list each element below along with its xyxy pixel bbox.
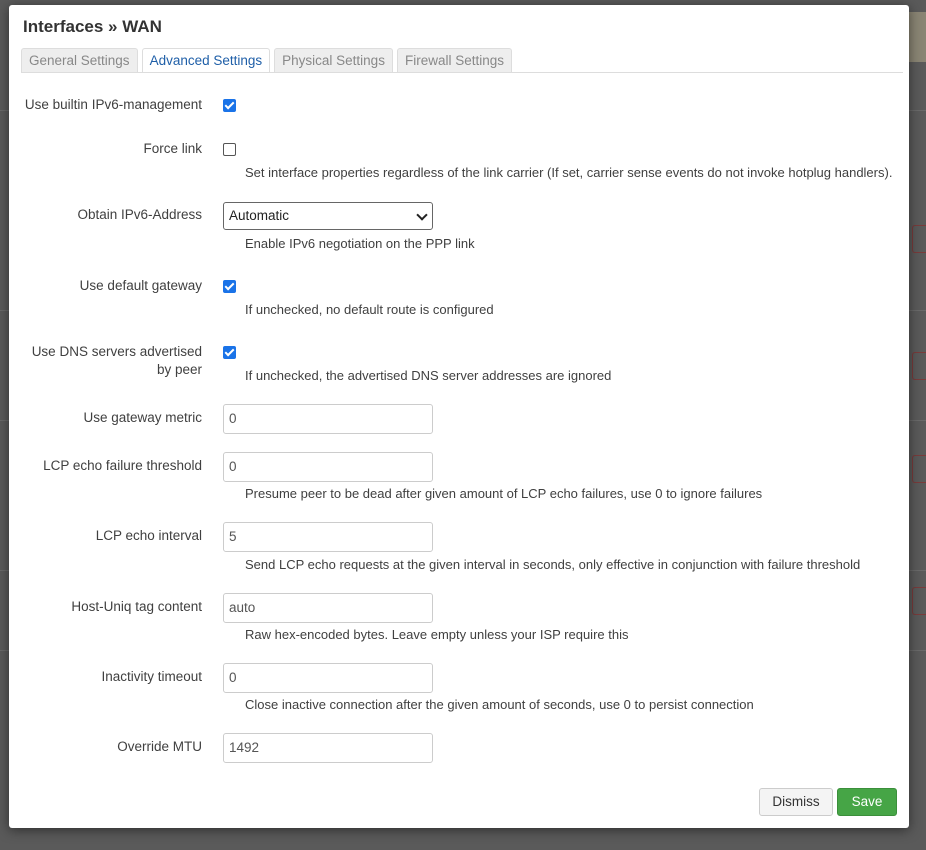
inactivity-timeout-input[interactable]: 0 xyxy=(223,663,433,693)
force-link-checkbox[interactable] xyxy=(223,143,236,156)
save-button[interactable]: Save xyxy=(837,788,897,816)
peer-dns-label-line2: by peer xyxy=(156,362,202,377)
tab-bar: General Settings Advanced Settings Physi… xyxy=(21,48,516,73)
obtain-ipv6-select[interactable]: Automatic xyxy=(223,202,433,230)
background-button-fragment xyxy=(912,587,926,615)
background-banner xyxy=(909,12,926,62)
host-uniq-label: Host-Uniq tag content xyxy=(71,599,202,614)
chevron-down-icon xyxy=(416,209,428,221)
override-mtu-input[interactable]: 1492 xyxy=(223,733,433,763)
lcp-interval-help: Send LCP echo requests at the given inte… xyxy=(245,557,861,572)
override-mtu-label: Override MTU xyxy=(117,739,202,754)
gateway-metric-input[interactable]: 0 xyxy=(223,404,433,434)
host-uniq-help: Raw hex-encoded bytes. Leave empty unles… xyxy=(245,627,629,642)
background-button-fragment xyxy=(912,225,926,253)
tab-divider xyxy=(21,72,903,73)
lcp-threshold-input[interactable]: 0 xyxy=(223,452,433,482)
lcp-threshold-label: LCP echo failure threshold xyxy=(43,458,202,473)
gateway-metric-label: Use gateway metric xyxy=(83,410,202,425)
force-link-label: Force link xyxy=(143,141,202,156)
ipv6-management-checkbox[interactable] xyxy=(223,99,236,112)
obtain-ipv6-help: Enable IPv6 negotiation on the PPP link xyxy=(245,236,475,251)
lcp-threshold-help: Presume peer to be dead after given amou… xyxy=(245,486,763,501)
modal-title: Interfaces » WAN xyxy=(23,17,162,36)
peer-dns-help: If unchecked, the advertised DNS server … xyxy=(245,368,612,383)
interface-modal: Interfaces » WAN General Settings Advanc… xyxy=(9,5,909,828)
dismiss-button[interactable]: Dismiss xyxy=(759,788,833,816)
lcp-interval-label: LCP echo interval xyxy=(95,528,202,543)
default-gateway-label: Use default gateway xyxy=(79,278,202,293)
lcp-interval-input[interactable]: 5 xyxy=(223,522,433,552)
tab-physical-settings[interactable]: Physical Settings xyxy=(274,48,393,72)
obtain-ipv6-selected-value: Automatic xyxy=(229,208,290,223)
peer-dns-label-line1: Use DNS servers advertised xyxy=(31,344,202,359)
tab-advanced-settings[interactable]: Advanced Settings xyxy=(141,48,271,73)
inactivity-timeout-label: Inactivity timeout xyxy=(101,669,202,684)
background-button-fragment xyxy=(912,352,926,380)
peer-dns-checkbox[interactable] xyxy=(223,346,236,359)
tab-general-settings[interactable]: General Settings xyxy=(21,48,138,72)
inactivity-timeout-help: Close inactive connection after the give… xyxy=(245,697,754,712)
default-gateway-checkbox[interactable] xyxy=(223,280,236,293)
background-button-fragment xyxy=(912,455,926,483)
tab-firewall-settings[interactable]: Firewall Settings xyxy=(396,48,512,72)
obtain-ipv6-label: Obtain IPv6-Address xyxy=(77,207,202,222)
default-gateway-help: If unchecked, no default route is config… xyxy=(245,302,494,317)
host-uniq-input[interactable]: auto xyxy=(223,593,433,623)
ipv6-management-label: Use builtin IPv6-management xyxy=(24,97,202,112)
force-link-help: Set interface properties regardless of t… xyxy=(245,165,893,180)
